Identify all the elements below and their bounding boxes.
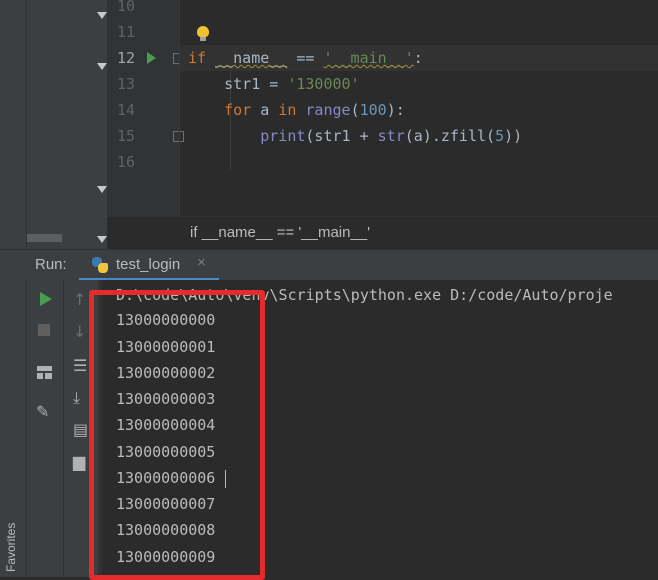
stop-icon[interactable] [38,324,50,336]
line-number: 10 [116,0,135,15]
line-number: 12 [116,49,135,67]
favorites-tool-button[interactable]: Favorites [4,523,18,572]
run-tool-header: Run: test_login × [0,249,658,281]
run-label: Run: [35,256,67,273]
line-number: 11 [116,23,135,41]
play-icon[interactable] [40,292,52,306]
gutter-separator [179,0,180,216]
tab-test-login[interactable]: test_login × [79,250,219,281]
run-gutter-icon[interactable] [147,52,156,64]
collapse-arrow-icon[interactable] [97,236,107,243]
line-number: 14 [116,101,135,119]
line-number: 13 [116,75,135,93]
layout-icon[interactable] [37,366,52,379]
python-icon [92,257,108,273]
code-line-15[interactable]: print(str1 + str(a).zfill(5)) [188,123,522,149]
collapse-arrow-icon[interactable] [97,63,107,70]
breadcrumb[interactable]: if __name__ == '__main__' [190,224,370,241]
breadcrumb-bar: if __name__ == '__main__' [107,216,658,250]
code-line-13[interactable]: str1 = '130000' [188,71,359,97]
collapse-arrow-icon[interactable] [97,12,107,19]
collapse-arrow-icon[interactable] [97,186,107,193]
line-number-gutter: 10 11 12 13 14 15 16 [107,0,179,216]
trash-icon[interactable]: ▆ [73,452,85,471]
left-tool-strip [0,0,27,249]
arrow-down-icon[interactable]: ↓ [73,322,86,341]
line-number: 15 [116,127,135,145]
line-number: 16 [116,153,135,171]
close-icon[interactable]: × [197,254,206,271]
structure-panel [27,0,107,249]
print-icon[interactable]: ▤ [73,420,88,439]
highlight-annotation-box [89,290,265,580]
soft-wrap-icon[interactable]: ☰ [73,356,87,375]
scroll-to-end-icon[interactable]: ⤓ [73,388,80,408]
arrow-up-icon[interactable]: ↑ [73,290,86,309]
code-line-12[interactable]: if __name__ == '__main__': [188,45,423,71]
code-line-14[interactable]: for a in range(100): [188,97,405,123]
pin-icon[interactable]: ✎ [36,402,49,421]
tab-title: test_login [116,256,181,273]
lightbulb-icon[interactable] [197,26,209,41]
editor-area: 10 11 12 13 14 15 16 if __name__ == '__m… [0,0,658,250]
horizontal-scrollbar[interactable] [27,234,62,242]
